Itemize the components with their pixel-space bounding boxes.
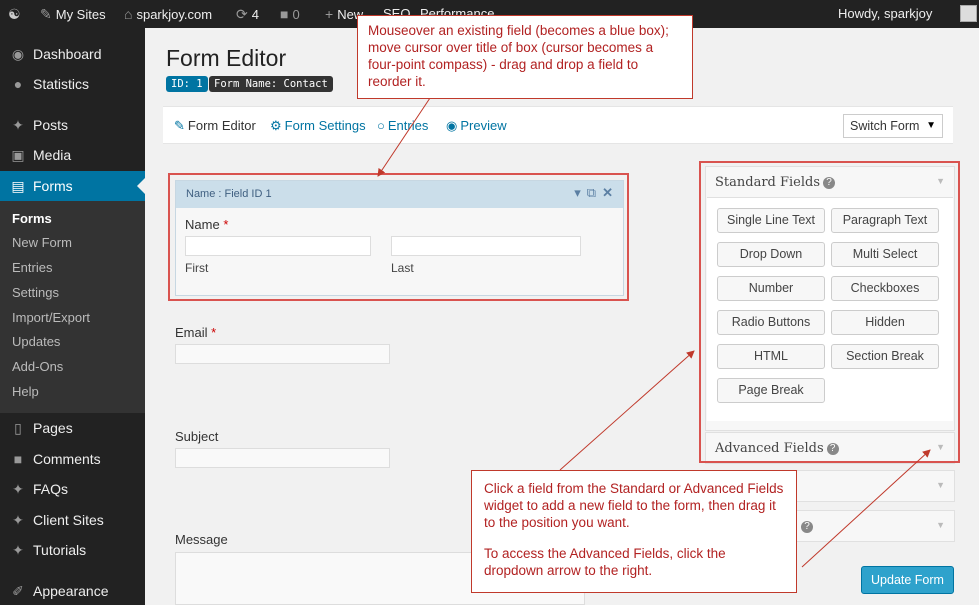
sidebar-item-label: Forms (33, 178, 73, 194)
appearance-icon: ✐ (12, 583, 24, 599)
chevron-down-icon[interactable]: ▼ (936, 480, 945, 490)
sidebar-item-pages[interactable]: ▯ Pages (0, 413, 145, 443)
email-input[interactable] (175, 344, 390, 364)
sidebar-item-label: Statistics (33, 76, 90, 92)
updates-icon: ⟳ (236, 6, 248, 22)
edit-icon: ✎ (174, 118, 185, 133)
switch-form-value: Switch Form (850, 119, 920, 133)
avatar[interactable] (960, 5, 977, 22)
sidebar-item-media[interactable]: ▣ Media (0, 140, 145, 170)
sidebar-item-faqs[interactable]: ✦ FAQs (0, 474, 145, 504)
chevron-down-icon[interactable]: ▼ (936, 520, 945, 530)
update-form-button[interactable]: Update Form (861, 566, 954, 594)
forms-submenu: Forms New Form Entries Settings Import/E… (0, 201, 145, 413)
submenu-item-new-form[interactable]: New Form (12, 233, 72, 253)
submenu-item-add-ons[interactable]: Add-Ons (12, 357, 63, 377)
pin-icon: ✦ (12, 481, 24, 497)
pin-icon: ✦ (12, 542, 24, 558)
plus-icon: + (325, 6, 334, 22)
submenu-item-entries[interactable]: Entries (12, 258, 52, 278)
subject-field-label: Subject (175, 429, 219, 444)
sidebar-item-label: Posts (33, 117, 69, 133)
comments-count: 0 (292, 7, 300, 22)
site-label: sparkjoy.com (136, 7, 213, 22)
switch-form-select[interactable]: Switch Form ▼ (843, 114, 943, 138)
form-name-badge: Form Name: Contact (209, 76, 333, 92)
sidebar-item-label: Media (33, 147, 72, 163)
widget-title: ? (798, 519, 813, 534)
site-link[interactable]: ⌂ sparkjoy.com (124, 0, 212, 28)
sidebar-item-label: Tutorials (33, 542, 87, 558)
statistics-icon: ● (13, 76, 23, 92)
page-title: Form Editor (166, 45, 287, 71)
sidebar-item-label: Pages (33, 420, 73, 436)
sites-icon: ✎ (40, 6, 52, 22)
dashboard-icon: ◉ (11, 46, 25, 62)
help-icon[interactable]: ? (801, 521, 813, 533)
pin-icon: ✦ (12, 512, 24, 528)
sidebar-item-label: Dashboard (33, 46, 102, 62)
sidebar-item-appearance[interactable]: ✐ Appearance (0, 576, 145, 605)
comment-bubble-icon: ■ (280, 6, 289, 22)
sidebar-item-client-sites[interactable]: ✦ Client Sites (0, 505, 145, 535)
required-mark: * (211, 325, 217, 340)
home-icon: ⌂ (124, 6, 133, 22)
tab-preview[interactable]: ◉ Preview (446, 118, 507, 134)
pin-icon: ✦ (12, 117, 24, 133)
sidebar-item-tutorials[interactable]: ✦ Tutorials (0, 535, 145, 565)
submenu-item-forms[interactable]: Forms (12, 209, 52, 229)
tab-form-editor[interactable]: ✎ Form Editor (174, 118, 256, 134)
tab-label: Entries (387, 118, 429, 133)
gear-icon: ⚙ (270, 118, 282, 133)
sidebar-item-label: Comments (33, 451, 101, 467)
tab-entries[interactable]: ○ Entries (377, 118, 428, 133)
submenu-item-settings[interactable]: Settings (12, 283, 59, 303)
wordpress-logo-icon[interactable]: ☯ (8, 0, 25, 28)
my-sites-link[interactable]: ✎ My Sites (40, 0, 106, 28)
email-label-text: Email (175, 325, 208, 340)
tab-form-settings[interactable]: ⚙ Form Settings (270, 118, 366, 134)
highlight-box-widgets (699, 161, 960, 463)
callout-reorder: Mouseover an existing field (becomes a b… (357, 15, 693, 99)
sidebar-item-statistics[interactable]: ● Statistics (0, 69, 145, 99)
comments-link[interactable]: ■ 0 (280, 0, 300, 28)
pages-icon: ▯ (14, 420, 22, 436)
sidebar-item-label: Appearance (33, 583, 109, 599)
sidebar-item-comments[interactable]: ■ Comments (0, 444, 145, 474)
highlight-box-field (168, 173, 629, 301)
comments-icon: ■ (13, 451, 23, 467)
tab-label: Form Editor (187, 118, 256, 133)
form-toolbar: ✎ Form Editor ⚙ Form Settings ○ Entries ◉ Pr… (163, 106, 953, 144)
tab-label: Preview (460, 118, 507, 133)
callout-advanced-text: To access the Advanced Fields, click the… (484, 546, 726, 578)
sidebar-item-dashboard[interactable]: ◉ Dashboard (0, 39, 145, 69)
comment-icon: ○ (377, 118, 385, 133)
sidebar-item-label: FAQs (33, 481, 69, 497)
my-sites-label: My Sites (55, 7, 106, 22)
submenu-item-help[interactable]: Help (12, 382, 39, 402)
sidebar-item-posts[interactable]: ✦ Posts (0, 110, 145, 140)
sidebar-item-forms[interactable]: ▤ Forms (0, 171, 145, 201)
form-id-badge: ID: 1 (166, 76, 208, 92)
tab-label: Form Settings (284, 118, 366, 133)
callout-add-field: Click a field from the Standard or Advan… (471, 470, 797, 593)
email-field-label: Email * (175, 325, 216, 340)
arrow-to-advanced (801, 449, 931, 568)
howdy-link[interactable]: Howdy, sparkjoy (838, 0, 932, 28)
eye-icon: ◉ (446, 118, 458, 133)
media-icon: ▣ (11, 147, 25, 163)
updates-count: 4 (251, 7, 259, 22)
forms-icon: ▤ (11, 178, 25, 194)
submenu-item-updates[interactable]: Updates (12, 332, 60, 352)
callout-add-field-text: Click a field from the Standard or Advan… (484, 481, 784, 530)
admin-sidebar: ◉ Dashboard ● Statistics ✦ Posts ▣ Media ▤ Fo… (0, 28, 145, 605)
callout-reorder-text: Mouseover an existing field (becomes a b… (368, 23, 669, 89)
sidebar-item-label: Client Sites (33, 512, 104, 528)
updates-link[interactable]: ⟳ 4 (236, 0, 259, 28)
chevron-down-icon: ▼ (926, 120, 936, 131)
message-field-label: Message (175, 532, 228, 547)
subject-input[interactable] (175, 448, 390, 468)
submenu-item-import-export[interactable]: Import/Export (12, 308, 90, 328)
